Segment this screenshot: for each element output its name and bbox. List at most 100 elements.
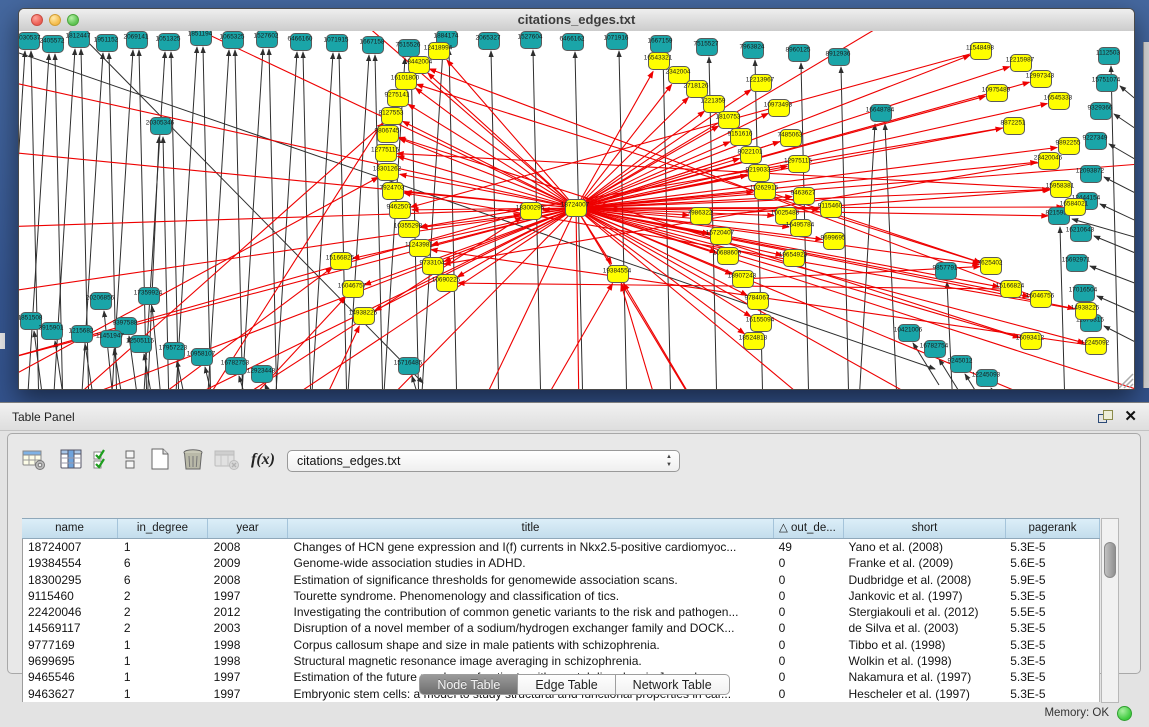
graph-node[interactable]: 23420046 — [1034, 153, 1063, 170]
graph-node[interactable]: 16101800 — [391, 73, 420, 90]
graph-node[interactable]: 14938226 — [349, 308, 378, 325]
graph-node[interactable]: 15692971 — [1062, 255, 1091, 272]
create-table-icon[interactable] — [148, 447, 172, 473]
graph-node[interactable]: 10355298 — [394, 221, 423, 238]
network-canvas[interactable]: 2030537240557218124471951152206914110513… — [19, 31, 1134, 389]
close-panel-icon[interactable]: ✕ — [1124, 407, 1137, 425]
graph-node[interactable]: 9806745 — [375, 126, 400, 143]
graph-node[interactable]: 6466160 — [288, 34, 313, 51]
graph-node[interactable]: 7625402 — [978, 258, 1003, 275]
graph-node[interactable]: 7515526 — [396, 40, 421, 57]
scrollbar-thumb[interactable] — [1104, 542, 1116, 578]
tab-node-table[interactable]: Node Table — [419, 674, 518, 695]
graph-node[interactable]: 7963824 — [740, 42, 765, 59]
graph-node[interactable]: 12997343 — [1026, 71, 1055, 88]
graph-node[interactable]: 16046757 — [338, 281, 367, 298]
column-header-in_degree[interactable]: in_degree — [118, 519, 208, 538]
graph-node[interactable]: 1667158 — [360, 37, 385, 54]
graph-node[interactable]: 8960125 — [786, 45, 811, 62]
graph-node[interactable]: 7515527 — [694, 39, 719, 56]
graph-node[interactable]: 8022101 — [738, 147, 763, 164]
table-row[interactable]: 1872400712008Changes of HCN gene express… — [23, 539, 1099, 555]
graph-node[interactable]: 10958107 — [187, 349, 216, 366]
graph-node[interactable]: 17957223 — [159, 343, 188, 360]
graph-node[interactable]: 16155094 — [746, 315, 775, 332]
graph-node[interactable]: 18907243 — [728, 271, 757, 288]
graph-node[interactable]: 15720407 — [706, 228, 735, 245]
graph-node[interactable]: 1667159 — [648, 36, 673, 53]
citation-graph[interactable]: 2030537240557218124471951152206914110513… — [19, 31, 1134, 389]
graph-node[interactable]: 12093872 — [1076, 166, 1105, 183]
graph-node[interactable]: 2718126 — [684, 81, 709, 98]
column-header-out_de[interactable]: △ out_de... — [774, 519, 844, 538]
graph-node[interactable]: 9733104 — [420, 258, 445, 275]
graph-node[interactable]: 1071915 — [324, 35, 349, 52]
resize-grip-icon[interactable] — [1119, 374, 1133, 388]
graph-node[interactable]: 18442004 — [404, 57, 433, 74]
graph-node[interactable]: 18300295 — [516, 203, 545, 220]
table-row[interactable]: 969969511998Structural magnetic resonanc… — [23, 653, 1099, 669]
graph-node[interactable]: 2065327 — [476, 33, 501, 50]
graph-node[interactable]: 10690225 — [432, 275, 461, 292]
graph-node[interactable]: 16782753 — [221, 358, 250, 375]
column-header-year[interactable]: year — [208, 519, 288, 538]
table-row[interactable]: 911546021997Tourette syndrome. Phenomeno… — [23, 588, 1099, 604]
graph-node[interactable]: 3915901 — [39, 323, 64, 340]
graph-node[interactable]: 19654923 — [779, 250, 808, 267]
graph-node[interactable]: 15716485 — [394, 358, 423, 375]
graph-node[interactable]: 12775115 — [371, 145, 399, 162]
graph-node[interactable]: 1221359 — [701, 96, 726, 113]
graph-node[interactable]: 20305346 — [146, 118, 175, 135]
graph-node[interactable]: 7986322 — [688, 208, 713, 225]
table-row[interactable]: 1456911722003Disruption of a novel membe… — [23, 620, 1099, 636]
graph-node[interactable]: 8127553 — [379, 108, 404, 125]
graph-node[interactable]: 17016504 — [1069, 285, 1098, 302]
graph-node[interactable]: 9699695 — [821, 233, 846, 250]
column-header-title[interactable]: title — [288, 519, 774, 538]
graph-node[interactable]: 15751074 — [1092, 75, 1121, 92]
graph-node[interactable]: 12245093 — [972, 370, 1001, 387]
graph-node[interactable]: 1851194 — [188, 31, 213, 46]
table-selector-dropdown[interactable]: citations_edges.txt ▲▼ — [287, 450, 680, 472]
graph-node[interactable]: 1065325 — [220, 32, 245, 49]
graph-node[interactable]: 10688609 — [713, 248, 742, 265]
column-header-name[interactable]: name — [22, 519, 118, 538]
graph-node[interactable]: 20206856 — [86, 293, 115, 310]
graph-node[interactable]: 2030537 — [19, 33, 41, 50]
graph-node[interactable]: 12418994 — [424, 43, 453, 60]
graph-node[interactable]: 8912936 — [826, 49, 851, 66]
graph-node[interactable]: 15166825 — [326, 253, 355, 270]
graph-node[interactable]: 1051325 — [156, 34, 181, 51]
graph-node[interactable]: 7485063 — [778, 130, 803, 147]
graph-node[interactable]: 9219033 — [746, 165, 771, 182]
graph-node[interactable]: 12213967 — [746, 75, 775, 92]
graph-node[interactable]: 16545333 — [1044, 93, 1073, 110]
graph-node[interactable]: 1527602 — [254, 31, 279, 48]
delete-trash-icon[interactable] — [180, 447, 206, 473]
graph-node[interactable]: 7924703 — [380, 183, 405, 200]
graph-node[interactable]: 16210643 — [1066, 225, 1095, 242]
graph-node[interactable]: 16046756 — [1026, 291, 1055, 308]
tab-network-table[interactable]: Network Table — [616, 674, 730, 695]
graph-node[interactable]: 9245012 — [948, 356, 973, 373]
graph-node[interactable]: 1810753 — [716, 112, 741, 129]
graph-node[interactable]: 1527604 — [518, 32, 543, 49]
zoom-window-button[interactable] — [67, 14, 79, 26]
graph-node[interactable]: 1071916 — [604, 33, 629, 50]
table-row[interactable]: 1830029562008Estimation of significance … — [23, 572, 1099, 588]
table-row[interactable]: 977716911998Corpus callosum shape and si… — [23, 637, 1099, 653]
graph-node[interactable]: 6466162 — [560, 34, 585, 51]
graph-node[interactable]: 16495784 — [786, 220, 815, 237]
graph-node[interactable]: 19384554 — [603, 266, 632, 283]
select-columns-icon[interactable] — [60, 447, 82, 473]
graph-node[interactable]: 9463627 — [791, 188, 816, 205]
graph-node[interactable]: 10262915 — [750, 183, 779, 200]
graph-node[interactable]: 8872251 — [1001, 118, 1026, 135]
graph-node[interactable]: 9892255 — [1056, 138, 1081, 155]
close-window-button[interactable] — [31, 14, 43, 26]
graph-node[interactable]: 12923448 — [247, 366, 276, 383]
minimize-window-button[interactable] — [49, 14, 61, 26]
tab-edge-table[interactable]: Edge Table — [518, 674, 615, 695]
graph-node[interactable]: 9151616 — [728, 129, 753, 146]
graph-node[interactable]: 2069141 — [124, 32, 149, 49]
